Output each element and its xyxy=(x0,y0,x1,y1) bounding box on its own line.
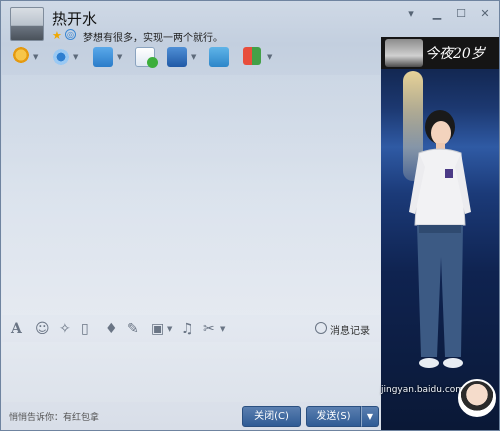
monitor-icon xyxy=(167,47,187,67)
chevron-down-icon[interactable]: ▼ xyxy=(117,53,122,61)
avatar-show-panel[interactable]: 今夜20岁 xyxy=(381,37,499,430)
banner-portrait xyxy=(385,39,423,67)
chevron-down-icon[interactable]: ▼ xyxy=(220,325,225,333)
baidu-watermark: jingyan.baidu.com xyxy=(381,385,465,395)
chevron-down-icon[interactable]: ▾ xyxy=(403,7,419,21)
close-button[interactable]: 关闭(C) xyxy=(242,406,301,427)
image-icon[interactable]: ▣ xyxy=(151,321,164,337)
plus-badge-icon xyxy=(147,57,158,68)
chat-toolbar: ▼ ▼ ▼ ▼ ▼ xyxy=(5,45,377,73)
contact-signature: 梦想有很多，实现一两个就行。 xyxy=(83,33,223,44)
star-icon[interactable]: ★ xyxy=(52,29,62,42)
chevron-down-icon[interactable]: ▼ xyxy=(33,53,38,61)
microphone-icon xyxy=(11,47,31,67)
shake-window-icon[interactable]: ▯ xyxy=(81,321,89,337)
maximize-icon[interactable]: ☐ xyxy=(453,7,469,21)
chat-window: 热开水 ★ ◎ 梦想有很多，实现一两个就行。 ▾ ▁ ☐ ✕ ▼ ▼ ▼ ▼ ▼… xyxy=(0,0,500,431)
minimize-icon[interactable]: ▁ xyxy=(429,7,445,21)
smiley-icon[interactable]: ☺ xyxy=(35,321,50,337)
chevron-down-icon[interactable]: ▼ xyxy=(167,325,172,333)
microphone-icon[interactable]: ♦ xyxy=(105,321,118,337)
show-avatar-figure[interactable] xyxy=(401,107,479,397)
contact-name: 热开水 xyxy=(52,10,98,28)
magic-wand-icon[interactable]: ✧ xyxy=(59,321,71,337)
font-icon[interactable]: A xyxy=(11,321,22,337)
message-input[interactable] xyxy=(2,342,380,402)
self-avatar[interactable] xyxy=(458,379,496,417)
promo-banner[interactable]: 今夜20岁 xyxy=(381,37,499,69)
music-icon[interactable]: ♫ xyxy=(181,321,194,337)
chevron-down-icon[interactable]: ▼ xyxy=(73,53,78,61)
contact-avatar[interactable] xyxy=(10,7,44,41)
clock-icon[interactable] xyxy=(315,322,327,334)
banner-title: 今夜20岁 xyxy=(425,46,485,62)
message-history-button[interactable]: 消息记录 xyxy=(330,322,370,337)
chevron-down-icon[interactable]: ▼ xyxy=(191,53,196,61)
edit-icon[interactable]: ✎ xyxy=(127,321,139,337)
folder-transfer-icon xyxy=(93,47,113,67)
screen-share-icon xyxy=(209,47,229,67)
chevron-down-icon[interactable]: ▼ xyxy=(267,53,272,61)
send-button[interactable]: 发送(S) xyxy=(306,406,361,427)
close-icon[interactable]: ✕ xyxy=(477,7,493,21)
send-options-button[interactable]: ▼ xyxy=(361,406,379,427)
tip-text[interactable]: 悄悄告诉你：有红包拿 xyxy=(9,410,99,423)
apps-grid-icon xyxy=(243,47,261,65)
webcam-icon xyxy=(51,47,71,67)
input-toolbar: A ☺ ✧ ▯ ♦ ✎ ▣ ▼ ♫ ✂ ▼ 消息记录 xyxy=(5,319,377,341)
qzone-icon[interactable]: ◎ xyxy=(65,29,76,40)
message-history-area[interactable] xyxy=(2,75,380,315)
scissors-icon[interactable]: ✂ xyxy=(203,321,215,337)
